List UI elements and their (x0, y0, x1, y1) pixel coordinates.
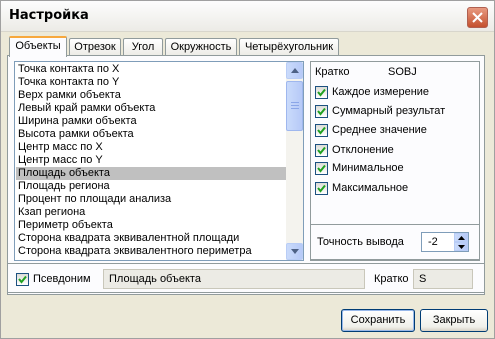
option-checkbox[interactable] (315, 182, 328, 195)
title-bar[interactable]: Настройка (1, 1, 494, 32)
precision-spinner[interactable]: -2 (421, 232, 469, 252)
list-item[interactable]: Высота рамки объекта (16, 128, 288, 141)
check-icon (18, 275, 27, 284)
list-item[interactable]: Площадь объекта (16, 167, 288, 180)
alias-field[interactable]: Площадь объекта (103, 269, 365, 289)
scroll-thumb[interactable] (286, 81, 303, 131)
precision-label: Точность вывода (317, 236, 404, 248)
option-label: Минимальное (332, 162, 404, 174)
spin-down-icon (458, 245, 465, 249)
option-checkbox[interactable] (315, 144, 328, 157)
close-button-label: Закрыть (432, 314, 476, 326)
check-icon (317, 126, 326, 135)
save-button[interactable]: Сохранить (341, 309, 415, 332)
check-icon (317, 146, 326, 155)
tab-circle[interactable]: Окружность (165, 38, 237, 56)
list-item[interactable]: Центр масс по Y (16, 154, 288, 167)
short-name-value: SOBJ (388, 66, 417, 78)
precision-value[interactable]: -2 (428, 236, 438, 248)
scroll-down-button[interactable] (286, 243, 303, 260)
spinner-buttons (454, 233, 468, 251)
objects-listbox[interactable]: Точка контакта по X Точка контакта по Y Ве… (14, 61, 304, 261)
check-icon (317, 107, 326, 116)
tab-quadrilateral[interactable]: Четырёхугольник (239, 38, 339, 56)
tab-segment-label: Отрезок (74, 41, 116, 53)
list-item[interactable]: Центр масс по X (16, 141, 288, 154)
close-icon (472, 12, 483, 23)
check-icon (317, 184, 326, 193)
option-label: Каждое измерение (332, 86, 430, 98)
list-item[interactable]: Ширина рамки объекта (16, 115, 288, 128)
option-label: Среднее значение (332, 124, 427, 136)
list-scrollbar[interactable] (286, 62, 303, 260)
list-item[interactable]: Периметр объекта (16, 219, 288, 232)
alias-short-field[interactable]: S (413, 269, 473, 289)
list-item[interactable]: Точка контакта по Y (16, 76, 288, 89)
alias-short-label: Кратко (374, 273, 409, 285)
option-label: Максимальное (332, 182, 409, 194)
tab-objects-label: Объекты (15, 40, 61, 52)
precision-box: Точность вывода -2 (310, 224, 480, 260)
alias-checkbox-label: Псевдоним (33, 273, 91, 285)
alias-checkbox[interactable] (16, 273, 29, 286)
arrow-down-icon (291, 249, 299, 254)
close-button[interactable]: Закрыть (420, 309, 488, 332)
list-item[interactable]: Сторона квадрата эквивалентного периметр… (16, 245, 288, 258)
tab-quadrilateral-label: Четырёхугольник (244, 41, 334, 53)
option-checkbox[interactable] (315, 124, 328, 137)
option-checkbox[interactable] (315, 162, 328, 175)
option-checkbox[interactable] (315, 86, 328, 99)
list-item[interactable]: Сторона квадрата эквивалентной площади (16, 232, 288, 245)
option-checkbox[interactable] (315, 105, 328, 118)
tab-angle-label: Угол (131, 41, 155, 53)
list-item[interactable]: Левый край рамки объекта (16, 102, 288, 115)
list-item[interactable]: Точка контакта по X (16, 63, 288, 76)
settings-window: Настройка Объекты Отрезок Угол Окружност… (0, 0, 495, 339)
save-button-label: Сохранить (350, 314, 406, 326)
close-window-button[interactable] (467, 7, 488, 28)
list-item[interactable]: Площадь региона (16, 180, 288, 193)
tab-circle-label: Окружность (170, 41, 232, 53)
alias-panel: Псевдоним Площадь объекта Кратко S (7, 263, 485, 293)
list-item[interactable]: Верх рамки объекта (16, 89, 288, 102)
tab-angle[interactable]: Угол (123, 38, 163, 56)
short-name-label: Кратко (315, 66, 350, 78)
option-label: Суммарный результат (332, 105, 446, 117)
option-label: Отклонение (332, 144, 394, 156)
tab-objects[interactable]: Объекты (9, 36, 67, 57)
list-item[interactable]: Кзап региона (16, 206, 288, 219)
short-name-row: Кратко SOBJ (315, 66, 475, 80)
check-icon (317, 88, 326, 97)
tab-segment[interactable]: Отрезок (69, 38, 121, 56)
check-icon (317, 164, 326, 173)
scroll-up-button[interactable] (286, 62, 303, 79)
spin-up-icon (458, 236, 465, 240)
spin-down-button[interactable] (454, 242, 468, 251)
list-item[interactable]: Процент по площади анализа (16, 193, 288, 206)
window-title: Настройка (9, 8, 89, 23)
arrow-up-icon (291, 68, 299, 73)
objects-list-items: Точка контакта по X Точка контакта по Y Ве… (16, 63, 288, 258)
spin-up-button[interactable] (454, 233, 468, 242)
objects-tab-panel: Точка контакта по X Точка контакта по Y Ве… (7, 55, 485, 295)
